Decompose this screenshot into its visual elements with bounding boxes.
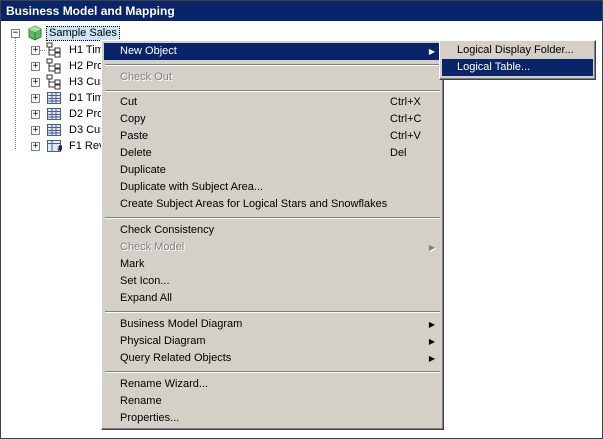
hierarchy-icon — [46, 58, 62, 74]
submenu-arrow-icon: ▶ — [428, 337, 435, 346]
menu-item-label: New Object — [120, 45, 177, 57]
menu-item-delete[interactable]: Delete Del — [104, 145, 441, 162]
tree-root-row[interactable]: − Sample Sales — [1, 25, 131, 41]
menu-item-label: Paste — [120, 130, 149, 142]
expand-toggle[interactable]: + — [31, 126, 40, 135]
menu-item-query-related-objects[interactable]: Query Related Objects ▶ — [104, 350, 441, 367]
menu-item-duplicate[interactable]: Duplicate — [104, 162, 441, 179]
tree-root-label[interactable]: Sample Sales — [46, 26, 120, 41]
hierarchy-icon — [46, 74, 62, 90]
menu-item-duplicate-with-subject-area[interactable]: Duplicate with Subject Area... — [104, 179, 441, 196]
menu-item-label: Query Related Objects — [120, 352, 232, 364]
menu-item-mark[interactable]: Mark — [104, 256, 441, 273]
menu-item-rename[interactable]: Rename — [104, 393, 441, 410]
menu-item-paste[interactable]: Paste Ctrl+V — [104, 128, 441, 145]
tree-item[interactable]: + D2 Pro — [1, 106, 104, 122]
menu-item-label: Physical Diagram — [120, 335, 206, 347]
shortcut-label: Ctrl+V — [390, 130, 421, 142]
menu-item-set-icon[interactable]: Set Icon... — [104, 273, 441, 290]
expand-toggle[interactable]: + — [31, 94, 40, 103]
expand-toggle[interactable]: + — [31, 62, 40, 71]
fact-table-icon: # — [46, 138, 64, 154]
menu-separator — [105, 371, 440, 373]
menu-item-label: Copy — [120, 113, 146, 125]
expand-toggle[interactable]: + — [31, 142, 40, 151]
context-menu: New Object ▶ Check Out Cut Ctrl+X Copy C… — [101, 40, 444, 430]
tree-item[interactable]: + # F1 Rev — [1, 138, 105, 154]
new-object-submenu: Logical Display Folder... Logical Table.… — [439, 40, 596, 80]
menu-item-label: Business Model Diagram — [120, 318, 243, 330]
shortcut-label: Ctrl+X — [390, 96, 421, 108]
menu-separator — [105, 217, 440, 219]
collapse-toggle[interactable]: − — [11, 29, 20, 38]
menu-item-expand-all[interactable]: Expand All — [104, 290, 441, 307]
menu-item-logical-display-folder[interactable]: Logical Display Folder... — [442, 42, 593, 59]
dimension-table-icon — [46, 122, 62, 138]
menu-item-label: Delete — [120, 147, 152, 159]
menu-item-cut[interactable]: Cut Ctrl+X — [104, 94, 441, 111]
shortcut-label: Ctrl+C — [390, 113, 422, 125]
submenu-arrow-icon: ▶ — [428, 243, 435, 252]
menu-separator — [105, 64, 440, 66]
tree-item[interactable]: + H1 Tim — [1, 42, 104, 58]
tree-item[interactable]: + H3 Cus — [1, 74, 106, 90]
submenu-arrow-icon: ▶ — [428, 47, 435, 56]
tree-item-label: F1 Rev — [69, 140, 105, 152]
tree-item-label: H1 Tim — [69, 44, 104, 56]
dimension-table-icon — [46, 106, 62, 122]
menu-item-physical-diagram[interactable]: Physical Diagram ▶ — [104, 333, 441, 350]
expand-toggle[interactable]: + — [31, 46, 40, 55]
svg-text:#: # — [57, 144, 62, 153]
menu-separator — [105, 311, 440, 313]
submenu-arrow-icon: ▶ — [428, 320, 435, 329]
menu-item-new-object[interactable]: New Object ▶ — [104, 43, 441, 60]
dimension-table-icon — [46, 90, 62, 106]
tree-item-label: H2 Pro — [69, 60, 104, 72]
menu-item-rename-wizard[interactable]: Rename Wizard... — [104, 376, 441, 393]
tree-item[interactable]: + D1 Tim — [1, 90, 104, 106]
menu-item-logical-table[interactable]: Logical Table... — [442, 59, 593, 76]
tree-item[interactable]: + D3 Cus — [1, 122, 106, 138]
menu-item-business-model-diagram[interactable]: Business Model Diagram ▶ — [104, 316, 441, 333]
shortcut-label: Del — [390, 147, 407, 159]
menu-item-check-out: Check Out — [120, 71, 172, 83]
tree-item-label: D1 Tim — [69, 92, 104, 104]
menu-item-label: Check Model — [120, 241, 185, 253]
submenu-arrow-icon: ▶ — [428, 354, 435, 363]
hierarchy-icon — [46, 42, 62, 58]
expand-toggle[interactable]: + — [31, 78, 40, 87]
tree-item[interactable]: + H2 Pro — [1, 58, 104, 74]
menu-item-label: Cut — [120, 96, 138, 108]
menu-separator — [105, 90, 440, 92]
menu-item-copy[interactable]: Copy Ctrl+C — [104, 111, 441, 128]
menu-item-properties[interactable]: Properties... — [104, 410, 441, 427]
business-model-icon — [27, 25, 43, 41]
expand-toggle[interactable]: + — [31, 110, 40, 119]
menu-item-check-consistency[interactable]: Check Consistency — [104, 222, 441, 239]
panel-title: Business Model and Mapping — [1, 1, 602, 21]
tree-item-label: D2 Pro — [69, 108, 104, 120]
menu-item-create-subject-areas[interactable]: Create Subject Areas for Logical Stars a… — [104, 196, 441, 213]
menu-item-check-model: Check Model ▶ — [104, 239, 441, 256]
